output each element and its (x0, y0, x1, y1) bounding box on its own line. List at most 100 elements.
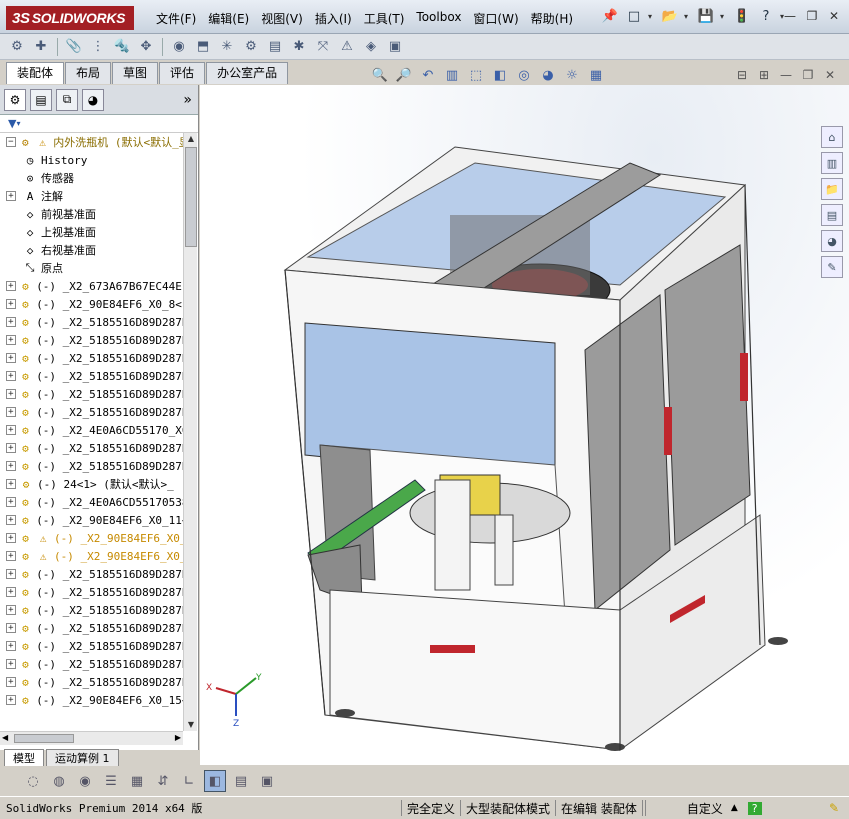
display-manager-tab-icon[interactable]: ◕ (82, 88, 104, 111)
tree-component[interactable]: + ⚙ (-) _X2_5185516D89D287B (0, 637, 183, 655)
bottom-tab[interactable]: 运动算例 1 (46, 749, 119, 767)
tree-component[interactable]: + ⚙ (-) _X2_5185516D89D287B (0, 403, 183, 421)
shaded-icon[interactable]: ◉ (74, 770, 96, 792)
viewport-close-icon[interactable]: ✕ (821, 68, 839, 82)
solidworks-logo[interactable]: 3S SOLIDWORKS (6, 6, 134, 30)
appearances-icon[interactable]: ◕ (821, 230, 843, 252)
file-explorer-icon[interactable]: 📁 (821, 178, 843, 200)
expand-toggle[interactable]: + (6, 569, 16, 579)
large-assembly-icon[interactable]: ▣ (384, 36, 406, 58)
previous-view-icon[interactable]: ↶ (418, 68, 438, 83)
solidworks-resources-icon[interactable]: ⌂ (821, 126, 843, 148)
edit-appearance-icon[interactable]: ◕ (538, 68, 558, 83)
view-settings-icon[interactable]: ▦ (586, 68, 606, 83)
expand-toggle[interactable]: + (6, 533, 16, 543)
menu-item[interactable]: 工具(T) (358, 8, 411, 29)
tree-component[interactable]: + ⚙ (-) 24<1> (默认<默认>_ (0, 475, 183, 493)
tree-component[interactable]: + ⚙ (-) _X2_4E0A6CD55170_X0 (0, 421, 183, 439)
bom-icon[interactable]: ▣ (256, 770, 278, 792)
tree-component[interactable]: + ⚙ (-) _X2_5185516D89D287B (0, 655, 183, 673)
rebuild-icon[interactable]: ✎ (825, 801, 843, 815)
show-hidden-icon[interactable]: ◉ (168, 36, 190, 58)
expand-toggle[interactable]: + (6, 515, 16, 525)
minimize-icon[interactable]: — (781, 8, 799, 24)
section-view-icon[interactable]: ▥ (442, 68, 462, 83)
design-library-icon[interactable]: ▥ (821, 152, 843, 174)
expand-toggle[interactable]: + (6, 371, 16, 381)
menu-item[interactable]: 窗口(W) (467, 8, 524, 29)
menu-item[interactable]: 插入(I) (309, 8, 358, 29)
display-style-icon[interactable]: ◧ (490, 68, 510, 83)
expand-toggle[interactable]: − (6, 137, 16, 147)
reference-geometry-icon[interactable]: ✳ (216, 36, 238, 58)
command-tab[interactable]: 装配体 (6, 62, 65, 84)
split-vertical-icon[interactable]: ⊞ (755, 68, 773, 82)
new-dropdown-icon[interactable]: ▾ (648, 12, 656, 21)
grid-list-icon[interactable]: ▦ (126, 770, 148, 792)
bill-of-materials-icon[interactable]: ▤ (264, 36, 286, 58)
tree-component[interactable]: + ⚙ ⚠ (-) _X2_90E84EF6_X0_ (0, 547, 183, 565)
axis-icon[interactable]: ∟ (178, 770, 200, 792)
tree-component[interactable]: + ⚙ (-) _X2_90E84EF6_X0_8<1 (0, 295, 183, 313)
tree-item[interactable]: ⤡ 原点 (0, 259, 183, 277)
expand-toggle[interactable]: + (6, 389, 16, 399)
filter-dropdown-icon[interactable]: ▾ (16, 119, 20, 128)
tree-item[interactable]: ◇ 右视基准面 (0, 241, 183, 259)
help-icon[interactable]: ? (747, 801, 762, 815)
tree-vertical-scrollbar[interactable]: ▲ ▼ (183, 133, 197, 731)
save-dropdown-icon[interactable]: ▾ (720, 12, 728, 21)
configuration-manager-tab-icon[interactable]: ⧉ (56, 88, 78, 111)
tree-item[interactable]: ◇ 前视基准面 (0, 205, 183, 223)
viewport-restore-icon[interactable]: ❐ (799, 68, 817, 82)
menu-item[interactable]: Toolbox (410, 8, 467, 29)
instant3d-icon[interactable]: ◈ (360, 36, 382, 58)
split-horizontal-icon[interactable]: ⊟ (733, 68, 751, 82)
expand-toggle[interactable]: + (6, 281, 16, 291)
expand-toggle[interactable]: + (6, 659, 16, 669)
interference-detection-icon[interactable]: ⚠ (336, 36, 358, 58)
expand-toggle[interactable]: + (6, 335, 16, 345)
command-tab[interactable]: 办公室产品 (206, 62, 289, 84)
tree-item[interactable]: + A 注解 (0, 187, 183, 205)
apply-scene-icon[interactable]: ☼ (562, 68, 582, 83)
save-icon[interactable]: 💾 (696, 6, 716, 26)
tree-component[interactable]: + ⚙ (-) _X2_5185516D89D287B (0, 313, 183, 331)
tree-component[interactable]: + ⚙ (-) _X2_5185516D89D287B (0, 349, 183, 367)
filter-icon[interactable]: ▼ (8, 117, 16, 130)
expand-toggle[interactable]: + (6, 605, 16, 615)
tree-horizontal-scrollbar[interactable]: ◀ ▶ (0, 731, 183, 745)
scroll-left-icon[interactable]: ◀ (2, 733, 8, 742)
pushpin-icon[interactable]: 📌 (600, 6, 620, 26)
expand-toggle[interactable]: + (6, 641, 16, 651)
expand-toggle[interactable]: + (6, 443, 16, 453)
tree-item[interactable]: ◷ History (0, 151, 183, 169)
tree-component[interactable]: + ⚙ (-) _X2_5185516D89D287B (0, 439, 183, 457)
tree-component[interactable]: + ⚙ ⚠ (-) _X2_90E84EF6_X0_ (0, 529, 183, 547)
expand-toggle[interactable]: + (6, 317, 16, 327)
viewport-minimize-icon[interactable]: — (777, 68, 795, 82)
sort-icon[interactable]: ⇵ (152, 770, 174, 792)
expand-toggle[interactable]: + (6, 191, 16, 201)
tree-filter[interactable]: ▼ ▾ (0, 115, 198, 133)
tree-component[interactable]: + ⚙ (-) _X2_90E84EF6_X0_15< (0, 691, 183, 709)
table-icon[interactable]: ▤ (230, 770, 252, 792)
expand-toggle[interactable]: + (6, 479, 16, 489)
graphics-area[interactable] (200, 85, 849, 765)
tree-component[interactable]: + ⚙ (-) _X2_4E0A6CD55170538 (0, 493, 183, 511)
scroll-thumb[interactable] (185, 147, 197, 247)
expand-toggle[interactable]: + (6, 497, 16, 507)
view-orientation-icon[interactable]: ⬚ (466, 68, 486, 83)
tree-component[interactable]: + ⚙ (-) _X2_5185516D89D287B (0, 457, 183, 475)
menu-item[interactable]: 编辑(E) (202, 8, 255, 29)
tree-component[interactable]: + ⚙ (-) _X2_5185516D89D287B (0, 385, 183, 403)
expand-toggle[interactable]: + (6, 299, 16, 309)
new-motion-study-icon[interactable]: ⚙ (240, 36, 262, 58)
expand-panel-icon[interactable]: » (183, 92, 192, 108)
tree-component[interactable]: + ⚙ (-) _X2_5185516D89D287B (0, 583, 183, 601)
tree-component[interactable]: + ⚙ (-) _X2_5185516D89D287B (0, 331, 183, 349)
explode-line-sketch-icon[interactable]: ⤧ (312, 36, 334, 58)
expand-toggle[interactable]: + (6, 695, 16, 705)
feature-manager-tab-icon[interactable]: ⚙ (4, 88, 26, 111)
tree-item[interactable]: ⊙ 传感器 (0, 169, 183, 187)
cube-view-icon[interactable]: ◧ (204, 770, 226, 792)
